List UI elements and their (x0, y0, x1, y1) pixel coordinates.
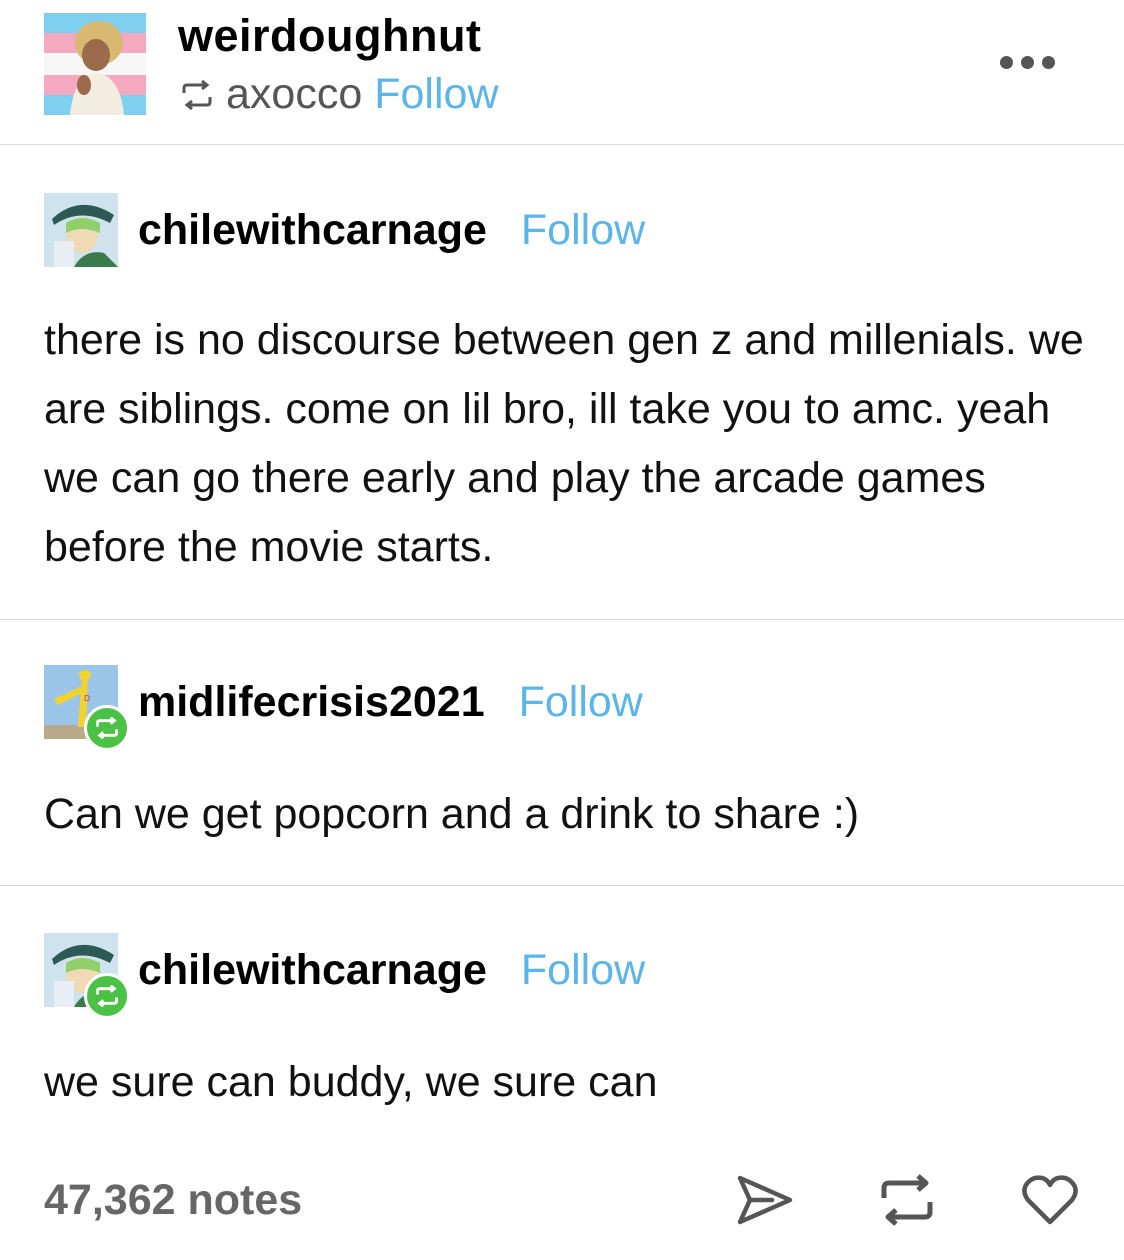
reblog-badge-icon (84, 973, 130, 1019)
divider (0, 885, 1124, 886)
like-icon[interactable] (1020, 1172, 1080, 1233)
reblog-source-line: axocco Follow (180, 70, 499, 119)
entry-header: chilewithcarnage Follow (44, 930, 645, 1019)
reblog-badge-icon (84, 705, 130, 751)
entry-text: we sure can buddy, we sure can (44, 1058, 658, 1106)
avatar-image (44, 13, 146, 115)
entry-header: D midlifecrisis2021 Follow (44, 662, 643, 751)
follow-button[interactable]: Follow (521, 206, 645, 255)
entry-text: there is no discourse between gen z and … (44, 316, 1084, 571)
follow-button[interactable]: Follow (374, 70, 498, 119)
entry-username[interactable]: chilewithcarnage (138, 946, 487, 995)
entry-header: chilewithcarnage Follow (44, 190, 645, 270)
divider (0, 144, 1124, 145)
svg-text:D: D (84, 694, 90, 703)
entry-avatar[interactable] (44, 193, 118, 267)
notes-count[interactable]: 47,362 notes (44, 1176, 302, 1225)
reblogged-from-username[interactable]: axocco (226, 70, 362, 119)
dot (1042, 56, 1055, 69)
reblog-icon[interactable] (878, 1172, 936, 1233)
divider (0, 619, 1124, 620)
blog-avatar[interactable] (44, 13, 146, 115)
avatar-image (44, 193, 118, 267)
entry-username[interactable]: midlifecrisis2021 (138, 678, 485, 727)
dot (1000, 56, 1013, 69)
blog-username[interactable]: weirdoughnut (178, 10, 481, 62)
entry-avatar[interactable]: D (44, 665, 130, 751)
share-icon[interactable] (736, 1172, 794, 1233)
entry-text: Can we get popcorn and a drink to share … (44, 790, 860, 838)
follow-button[interactable]: Follow (521, 946, 645, 995)
reblog-icon (182, 79, 212, 110)
dot (1021, 56, 1034, 69)
follow-button[interactable]: Follow (519, 678, 643, 727)
entry-avatar[interactable] (44, 933, 130, 1019)
entry-username[interactable]: chilewithcarnage (138, 206, 487, 255)
more-options-icon[interactable] (1000, 56, 1055, 69)
